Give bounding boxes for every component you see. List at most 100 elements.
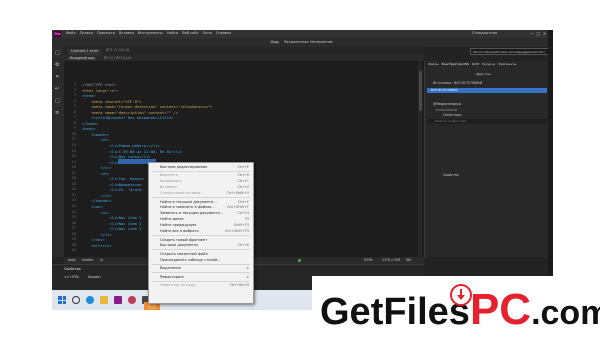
tag-header[interactable]: header: [82, 258, 93, 262]
menu-7[interactable]: Окно: [203, 31, 212, 36]
context-menu-label: Найти и заменить в файлах...: [160, 205, 215, 210]
view-split-button[interactable]: Разделенное: [284, 40, 309, 45]
app-icon-2[interactable]: [128, 296, 136, 304]
properties-title: Свойства: [64, 267, 81, 271]
doc-type[interactable]: HTML: [364, 258, 373, 262]
context-menu-item[interactable]: Навигатор по коду... Ctrl+Alt+N: [149, 282, 253, 288]
context-menu-label: Навигатор по коду...: [160, 283, 199, 288]
right-panel-tab-1[interactable]: Конструктор CSS: [442, 63, 469, 66]
css-filter-input[interactable]: Фильтр правил CSS: [427, 119, 547, 124]
right-panel-tab-2[interactable]: DOM: [472, 63, 479, 66]
context-menu-item[interactable]: Найти все и выбрать Ctrl+Shift+F3: [149, 228, 253, 234]
tag-body[interactable]: body: [68, 258, 76, 262]
all-sources-label: ВСЕ ИСТОЧНИКИ: [431, 88, 458, 92]
sub-tab-all[interactable]: Все: [475, 73, 485, 76]
edge-icon[interactable]: [86, 296, 94, 304]
context-menu-shortcut: Ctrl+E: [237, 164, 249, 169]
sources-selected-row[interactable]: ВСЕ ИСТОЧНИКИ: [427, 88, 547, 93]
right-panel-tab-4[interactable]: Фрагменты: [498, 63, 516, 66]
menu-2[interactable]: Просмотр: [97, 31, 115, 36]
global-label[interactable]: ГЛОБАЛЬНЫЙ: [435, 109, 457, 112]
context-menu-shortcut: Ctrl+Shift+F3: [224, 229, 249, 234]
view-code-button[interactable]: Код: [269, 40, 281, 45]
context-menu-shortcut: Ctrl+H: [237, 211, 249, 216]
context-menu-shortcut: Ctrl+V: [237, 185, 249, 190]
context-menu-item[interactable]: Присоединить таблицу стилей...: [149, 257, 253, 263]
media-queries-header[interactable]: @Медиазапросы: [433, 102, 461, 106]
dreamweaver-logo[interactable]: Dw: [54, 31, 61, 37]
menu-6[interactable]: Веб-сайт: [182, 31, 198, 36]
menu-3[interactable]: Вставка: [119, 31, 134, 36]
indent-icon[interactable]: ≡: [55, 111, 59, 116]
context-menu-item[interactable]: Специальная вставка... Ctrl+Shift+V: [149, 190, 253, 196]
context-menu-label: Быстрые документы: [160, 243, 199, 248]
context-menu-item[interactable]: Рефакторинг ▸: [149, 274, 253, 280]
context-menu-shortcut: F3: [244, 217, 249, 222]
settings-icon[interactable]: ⚙: [55, 63, 59, 68]
related-source-tab[interactable]: Исходный код: [68, 56, 96, 60]
context-menu-label: Найти в текущем документе...: [160, 199, 217, 204]
context-menu-item[interactable]: Выделение ▸: [149, 265, 253, 271]
watermark-getfiles: GetFiles: [320, 291, 470, 333]
menu-1[interactable]: Правка: [80, 31, 93, 36]
editor-scroll-thumb[interactable]: [418, 71, 422, 111]
context-menu-label: Создать новый фрагмент: [160, 237, 208, 242]
open-file-icon[interactable]: □: [55, 51, 60, 56]
right-panel-tab-0[interactable]: Файлы: [428, 63, 439, 66]
context-menu-label: Рефакторинг: [160, 274, 185, 279]
workspace-switcher[interactable]: Стандартная: [472, 31, 497, 36]
context-menu-shortcut: ▸: [247, 274, 249, 279]
properties-html-button[interactable]: <> HTML: [64, 275, 79, 279]
tag-ul[interactable]: ul: [100, 258, 103, 262]
menu-0[interactable]: Файл: [66, 31, 76, 36]
menu-8[interactable]: Справка: [216, 31, 231, 36]
link-icon[interactable]: ⚭: [55, 75, 59, 80]
document-tab[interactable]: Untitled-1.html: [68, 49, 102, 55]
window-controls[interactable]: — □ ✕: [530, 31, 546, 36]
editor-scrollbar[interactable]: [418, 61, 422, 257]
context-menu-item[interactable]: Быстрое редактирование Ctrl+E: [149, 164, 253, 170]
view-switcher-bar: Код Разделенное Интерактив: [52, 38, 553, 47]
sources-header[interactable]: Источники : ВСЕ ИСТОЧНИКИ: [433, 81, 482, 85]
context-menu-label: Вырезать: [160, 173, 178, 178]
start-icon[interactable]: [58, 296, 66, 304]
comment-icon[interactable]: □: [55, 99, 60, 104]
context-menu-label: Специальная вставка...: [160, 191, 204, 196]
explorer-icon[interactable]: [100, 296, 108, 304]
address-bar[interactable]: file:///C:/Users/admin/Documents/pages/i…: [470, 48, 550, 55]
context-menu-shortcut: Ctrl+Shift+F: [226, 205, 249, 210]
right-panel: Файлы Конструктор CSS DOM Ресурсы Фрагменты …: [424, 61, 548, 257]
desktop-edge: [548, 30, 553, 310]
right-panel-tab-3[interactable]: Ресурсы: [482, 63, 495, 66]
properties-header[interactable]: Свойства: [443, 173, 459, 177]
document-tab-bar: Untitled-1.html BF1 (1.0/3.0): [64, 47, 424, 55]
app-icon-1[interactable]: [114, 296, 122, 304]
selectors-header[interactable]: Селекторы: [443, 113, 461, 117]
context-menu-label: Вставить: [160, 185, 177, 190]
view-live-button[interactable]: Интерактив: [310, 40, 333, 45]
code-line[interactable]: <meta name="format-detection" content="t…: [82, 104, 212, 110]
context-menu-shortcut: Ctrl+F: [237, 199, 249, 204]
context-menu-item[interactable]: Быстрые документы Ctrl+K: [149, 242, 253, 248]
context-menu-label: Выделение: [160, 266, 181, 271]
watermark-pc: PC: [469, 285, 532, 334]
context-menu-label: Найти предыдущее: [160, 223, 197, 228]
menu-5[interactable]: Найти: [167, 31, 178, 36]
wrap-icon[interactable]: ↩: [55, 87, 59, 92]
address-text: file:///C:/Users/admin/Documents/pages/i…: [473, 49, 545, 54]
related-css-tab[interactable]: BF1.0 / BF1.0.css: [104, 56, 131, 60]
context-menu-shortcut: Ctrl+Shift+V: [226, 191, 249, 196]
context-menu-shortcut: ▸: [247, 266, 249, 271]
window-size[interactable]: 1176 x 558: [382, 258, 400, 262]
menu-bar: Dw Файл Правка Просмотр Вставка Инструменты Н…: [52, 30, 553, 38]
menu-4[interactable]: Инструменты: [138, 31, 163, 36]
sub-tab-current[interactable]: Тек.: [485, 73, 491, 76]
context-menu-label: Копировать: [160, 179, 182, 184]
context-menu-shortcut: Ctrl+X: [237, 173, 249, 178]
context-menu-shortcut: Ctrl+K: [237, 243, 249, 248]
document-tab-2[interactable]: BF1 (1.0/3.0): [106, 48, 129, 53]
context-menu-label: Присоединить таблицу стилей...: [160, 257, 221, 262]
search-icon[interactable]: [72, 296, 80, 304]
insert-mode: INS: [406, 258, 412, 262]
watermark-logo: GetFilesPC.com: [312, 276, 600, 337]
